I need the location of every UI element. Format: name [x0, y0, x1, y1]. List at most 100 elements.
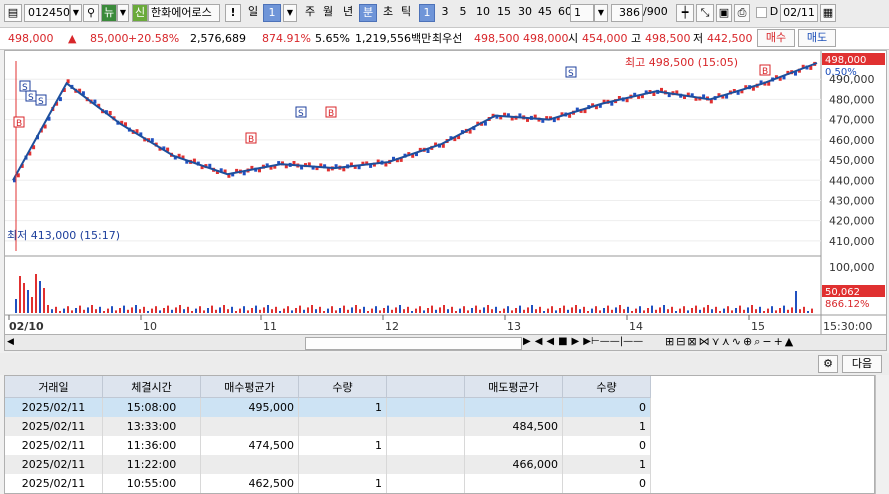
- buy-button[interactable]: 매수: [757, 29, 795, 47]
- trade-history-table[interactable]: 거래일 체결시간 매수평균가 수량 매도평균가 수량 2025/02/11 15…: [4, 375, 875, 494]
- table-row[interactable]: 2025/02/11 15:08:00 495,000 1 0: [5, 397, 651, 417]
- volume-bar: [495, 306, 497, 313]
- stock-code-input[interactable]: 012450: [24, 4, 70, 22]
- volume-bar: [203, 310, 205, 313]
- chart-scrollbar[interactable]: ◀ ▶◀◀■▶▶ ⊢——|—— ⊞⊟⊠⋈⋎⋏∿⊕⌕−+▲: [4, 334, 887, 351]
- buy-marker-label: B: [248, 135, 254, 145]
- interval-10[interactable]: 10: [473, 4, 493, 22]
- col-sell-qty[interactable]: 수량: [562, 376, 651, 398]
- cell-blank: [386, 455, 465, 474]
- col-buy-avg[interactable]: 매수평균가: [200, 376, 299, 398]
- period-month[interactable]: 월: [319, 4, 337, 22]
- x-tick-label: 02/10: [9, 320, 44, 333]
- scroll-thumb[interactable]: [305, 337, 522, 350]
- cell-time: 11:22:00: [102, 455, 201, 474]
- day-value-input[interactable]: 1: [263, 4, 281, 22]
- change-percent: +20.58%: [128, 32, 180, 45]
- volume-bar: [319, 306, 321, 313]
- sell-button[interactable]: 매도: [798, 29, 836, 47]
- settings-gear-icon[interactable]: ⚙: [818, 355, 838, 373]
- cell-sell-avg: [464, 397, 563, 417]
- volume-bar: [247, 310, 249, 313]
- y-tick-label: 410,000: [829, 235, 875, 248]
- chart-tools-icon[interactable]: ⊞⊟⊠⋈⋎⋏∿⊕⌕−+▲: [665, 335, 795, 349]
- interval-dropdown-icon[interactable]: ▼: [594, 4, 608, 22]
- news-dropdown-icon[interactable]: ▼: [117, 4, 129, 22]
- interval-1[interactable]: 1: [419, 4, 435, 22]
- table-row[interactable]: 2025/02/11 11:36:00 474,500 1 0: [5, 436, 651, 455]
- day-dropdown-icon[interactable]: ▼: [283, 4, 297, 22]
- calendar-icon[interactable]: ▦: [820, 4, 836, 22]
- interval-input[interactable]: 1: [570, 4, 594, 22]
- volume-bar: [719, 311, 721, 313]
- scroll-left-icon[interactable]: ◀: [7, 337, 14, 347]
- col-trade-date[interactable]: 거래일: [5, 376, 103, 398]
- volume-bar: [195, 308, 197, 313]
- sell-marker-label: S: [28, 93, 34, 103]
- news-icon[interactable]: 뉴: [101, 4, 117, 22]
- volume-bar: [699, 309, 701, 313]
- save-icon[interactable]: ▣: [716, 4, 732, 22]
- print-icon[interactable]: ⎙: [734, 4, 750, 22]
- volume-bar: [35, 274, 37, 313]
- cell-date: 2025/02/11: [5, 474, 103, 493]
- volume-bar: [479, 309, 481, 313]
- next-button[interactable]: 다음: [842, 355, 882, 373]
- zoom-slider-icon[interactable]: ⊢——|——: [591, 336, 643, 347]
- candle-type-icon[interactable]: ┿: [676, 4, 694, 22]
- period-second[interactable]: 초: [379, 4, 397, 22]
- playback-controls-icon[interactable]: ▶◀◀■▶▶: [523, 336, 595, 347]
- volume-bar: [747, 307, 749, 313]
- volume-bar: [767, 308, 769, 313]
- interval-5[interactable]: 5: [455, 4, 471, 22]
- buy-marker-label: B: [328, 109, 334, 119]
- volume-ratio: 874.91%: [262, 32, 311, 45]
- volume-bar: [735, 308, 737, 313]
- interval-30[interactable]: 30: [515, 4, 535, 22]
- volume-bar: [351, 307, 353, 313]
- interval-15[interactable]: 15: [494, 4, 514, 22]
- date-checkbox[interactable]: [756, 7, 767, 18]
- y-tick-label: 460,000: [829, 134, 875, 147]
- volume-bar: [79, 305, 81, 313]
- cell-sell-qty: 0: [562, 397, 651, 417]
- count-input[interactable]: 386: [611, 4, 643, 22]
- col-fill-time[interactable]: 체결시간: [102, 376, 201, 398]
- interval-45[interactable]: 45: [535, 4, 555, 22]
- period-minute[interactable]: 분: [359, 4, 377, 22]
- volume-bar: [759, 306, 761, 313]
- volume-bar: [455, 311, 457, 313]
- period-day-label[interactable]: 일: [245, 4, 261, 22]
- col-buy-qty[interactable]: 수량: [298, 376, 387, 398]
- alert-icon[interactable]: !: [225, 4, 241, 22]
- volume-bar: [139, 309, 141, 313]
- volume-bar: [511, 310, 513, 313]
- cell-buy-qty: [298, 455, 387, 474]
- volume-bar: [143, 306, 145, 313]
- interval-3[interactable]: 3: [437, 4, 453, 22]
- y-tick-label: 440,000: [829, 174, 875, 187]
- table-row[interactable]: 2025/02/11 13:33:00 484,500 1: [5, 417, 651, 436]
- volume-bar: [135, 305, 137, 313]
- col-sell-avg[interactable]: 매도평균가: [464, 376, 563, 398]
- draw-tool-icon[interactable]: ⤡: [696, 4, 714, 22]
- table-row[interactable]: 2025/02/11 11:22:00 466,000 1: [5, 455, 651, 474]
- period-week[interactable]: 주: [301, 4, 319, 22]
- volume-bar: [523, 309, 525, 313]
- volume-bar: [667, 309, 669, 313]
- price-chart-panel[interactable]: 490,000 480,000 470,000 460,000 450,000 440,0…: [4, 50, 887, 340]
- code-dropdown-icon[interactable]: ▼: [70, 4, 82, 22]
- date-input[interactable]: 02/11: [780, 4, 818, 22]
- volume-bar: [91, 305, 93, 313]
- period-tick[interactable]: 틱: [397, 4, 415, 22]
- best-quote-label: 최우선: [432, 32, 463, 45]
- chart-window-icon[interactable]: ▤: [4, 4, 22, 22]
- price-chart[interactable]: 490,000480,000470,000460,000450,000440,0…: [5, 51, 886, 339]
- table-row[interactable]: 2025/02/11 10:55:00 462,500 1 0: [5, 474, 651, 493]
- search-icon[interactable]: ⚲: [83, 4, 99, 22]
- volume-bar: [783, 305, 785, 313]
- volume-bar: [443, 305, 445, 313]
- stock-name-field[interactable]: 한화에어로스: [148, 4, 220, 22]
- table-vertical-scrollbar[interactable]: [875, 375, 889, 494]
- period-year[interactable]: 년: [339, 4, 357, 22]
